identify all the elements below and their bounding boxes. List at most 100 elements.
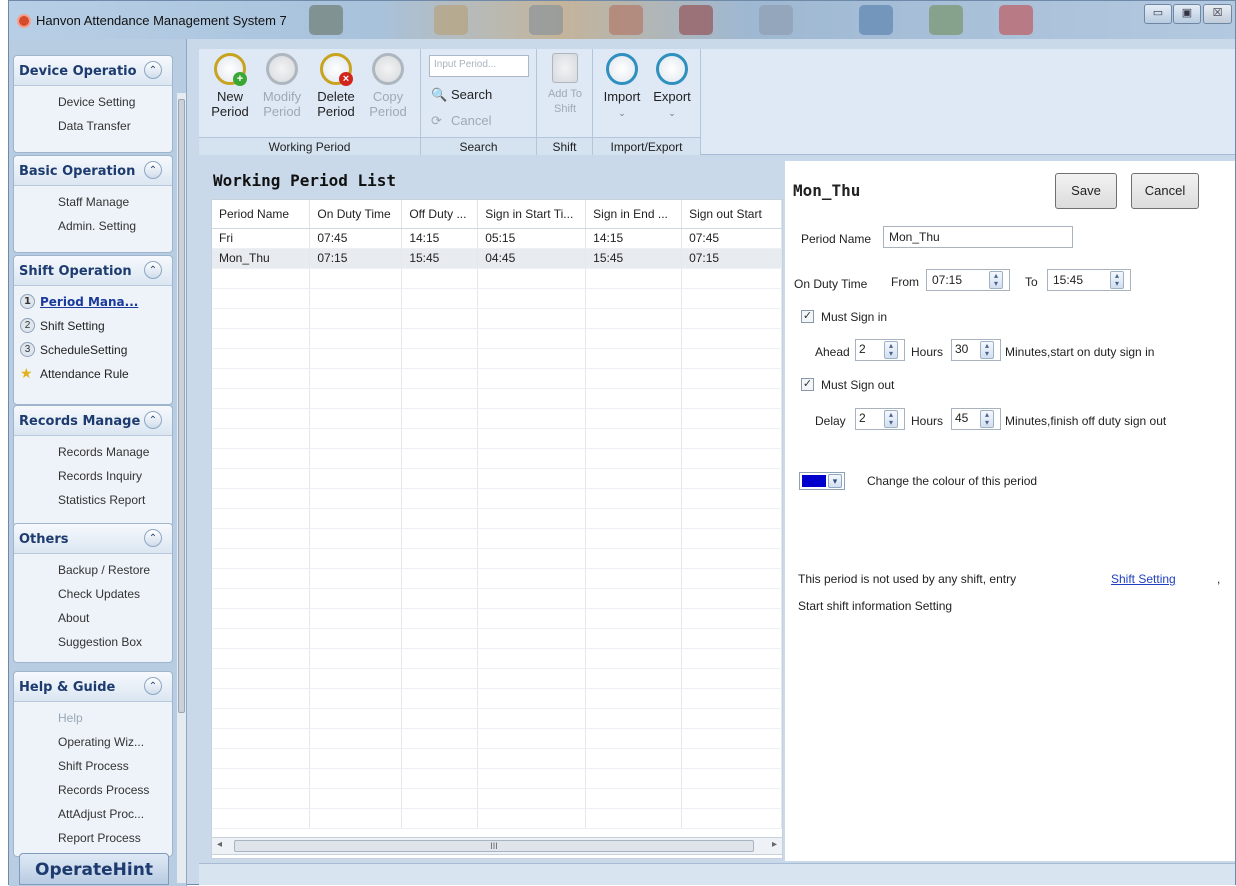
sidebar-item-suggestion-box[interactable]: Suggestion Box	[14, 630, 172, 654]
scroll-left-arrow-icon[interactable]: ◂	[217, 839, 222, 850]
sidebar-item-staff-manage[interactable]: Staff Manage	[14, 190, 172, 214]
sidebar-item-attendance-rule[interactable]: ★ Attendance Rule	[14, 362, 172, 386]
table-cell	[309, 308, 403, 329]
table-cell	[309, 628, 403, 649]
group-header[interactable]: Records Manage ⌃	[14, 406, 172, 436]
sidebar-item-records-manage[interactable]: Records Manage	[14, 440, 172, 464]
new-period-button[interactable]: + New Period	[205, 53, 255, 119]
sidebar-item-schedule-setting[interactable]: 3 ScheduleSetting	[14, 338, 172, 362]
sidebar-item-records-inquiry[interactable]: Records Inquiry	[14, 464, 172, 488]
to-time-input[interactable]: 15:45 ▴ ▾	[1047, 269, 1131, 291]
sidebar-item-report-process[interactable]: Report Process	[14, 826, 172, 850]
column-header[interactable]: Off Duty ...	[401, 200, 479, 229]
table-cell	[477, 368, 587, 389]
cancel-search-button[interactable]: ⟳ Cancel	[429, 111, 491, 131]
sidebar-item-period-manage[interactable]: 1 Period Mana...	[14, 290, 172, 314]
save-button[interactable]: Save	[1055, 173, 1117, 209]
period-name-input[interactable]: Mon_Thu	[883, 226, 1073, 248]
empty-table-row	[212, 628, 782, 649]
column-header[interactable]: Period Name	[212, 200, 311, 229]
scrollbar-thumb[interactable]: III	[234, 840, 754, 852]
column-header[interactable]: Sign in Start Ti...	[477, 200, 587, 229]
table-horizontal-scrollbar[interactable]: ◂ III ▸	[211, 837, 783, 855]
delay-hours-input[interactable]: 2 ▴ ▾	[855, 408, 905, 430]
operate-hint-tab[interactable]: OperateHint	[19, 853, 169, 885]
empty-table-row	[212, 548, 782, 569]
collapse-chevron-icon[interactable]: ⌃	[144, 677, 162, 695]
sidebar-scrollbar[interactable]	[177, 93, 186, 883]
ahead-minutes-input[interactable]: 30 ▴ ▾	[951, 339, 1001, 361]
copy-period-button[interactable]: Copy Period	[363, 53, 413, 119]
sidebar-item-backup-restore[interactable]: Backup / Restore	[14, 558, 172, 582]
sidebar-item-check-updates[interactable]: Check Updates	[14, 582, 172, 606]
table-cell	[477, 428, 587, 449]
ahead-hours-input[interactable]: 2 ▴ ▾	[855, 339, 905, 361]
sidebar-item-about[interactable]: About	[14, 606, 172, 630]
column-header[interactable]: On Duty Time	[309, 200, 403, 229]
time-spin-icon[interactable]: ▴ ▾	[1110, 271, 1124, 289]
period-search-input[interactable]: Input Period...	[429, 55, 529, 77]
add-to-shift-button[interactable]: Add To Shift	[540, 53, 590, 117]
minimize-button[interactable]: ▭	[1144, 4, 1172, 24]
button-label: New	[216, 89, 243, 104]
group-device-operation: Device Operatio ⌃ Device Setting Data Tr…	[13, 55, 173, 153]
number-spin-icon[interactable]: ▴ ▾	[980, 341, 994, 359]
modify-period-button[interactable]: Modify Period	[257, 53, 307, 119]
sidebar-item-device-setting[interactable]: Device Setting	[14, 90, 172, 114]
table-cell	[477, 528, 587, 549]
time-spin-icon[interactable]: ▴ ▾	[989, 271, 1003, 289]
sidebar-item-attadjust-process[interactable]: AttAdjust Proc...	[14, 802, 172, 826]
maximize-button[interactable]: ▣	[1173, 4, 1201, 24]
cancel-button[interactable]: Cancel	[1131, 173, 1199, 209]
delay-hours-value: 2	[859, 411, 866, 425]
column-header[interactable]: Sign in End ...	[585, 200, 683, 229]
close-button[interactable]: ☒	[1203, 4, 1232, 24]
delete-period-button[interactable]: × Delete Period	[311, 53, 361, 119]
colour-label: Change the colour of this period	[867, 474, 1038, 488]
empty-table-row	[212, 708, 782, 729]
sidebar-item-statistics-report[interactable]: Statistics Report	[14, 488, 172, 512]
sidebar-item-help[interactable]: Help	[14, 706, 172, 730]
from-time-input[interactable]: 07:15 ▴ ▾	[926, 269, 1010, 291]
title-decor	[309, 5, 343, 35]
table-cell	[681, 408, 782, 429]
group-header[interactable]: Device Operatio ⌃	[14, 56, 172, 86]
scrollbar-thumb[interactable]	[178, 99, 185, 713]
must-sign-in-checkbox[interactable]: ✓	[801, 310, 814, 323]
group-header[interactable]: Shift Operation ⌃	[14, 256, 172, 286]
sidebar-item-data-transfer[interactable]: Data Transfer	[14, 114, 172, 138]
table-row[interactable]: Mon_Thu 07:15 15:45 04:45 15:45 07:15	[212, 248, 782, 269]
collapse-chevron-icon[interactable]: ⌃	[144, 261, 162, 279]
collapse-chevron-icon[interactable]: ⌃	[144, 61, 162, 79]
collapse-chevron-icon[interactable]: ⌃	[144, 161, 162, 179]
app-window: Hanvon Attendance Management System 7 ▭ …	[8, 0, 1236, 886]
search-button[interactable]: 🔍 Search	[429, 85, 492, 105]
group-header[interactable]: Basic Operation ⌃	[14, 156, 172, 186]
collapse-chevron-icon[interactable]: ⌃	[144, 529, 162, 547]
sidebar-item-operating-wizard[interactable]: Operating Wiz...	[14, 730, 172, 754]
table-row[interactable]: Fri 07:45 14:15 05:15 14:15 07:45	[212, 228, 782, 249]
group-header[interactable]: Help & Guide ⌃	[14, 672, 172, 702]
table-cell	[212, 508, 311, 529]
sidebar-item-admin-setting[interactable]: Admin. Setting	[14, 214, 172, 238]
sidebar-item-shift-setting[interactable]: 2 Shift Setting	[14, 314, 172, 338]
dropdown-arrow-icon[interactable]: ▾	[828, 474, 842, 488]
number-spin-icon[interactable]: ▴ ▾	[980, 410, 994, 428]
number-spin-icon[interactable]: ▴ ▾	[884, 341, 898, 359]
must-sign-out-checkbox[interactable]: ✓	[801, 378, 814, 391]
import-button[interactable]: Import ⌄	[597, 53, 647, 121]
table-cell	[212, 408, 311, 429]
empty-table-row	[212, 748, 782, 769]
sidebar-item-records-process[interactable]: Records Process	[14, 778, 172, 802]
shift-setting-link[interactable]: Shift Setting	[1111, 572, 1176, 586]
sidebar-item-shift-process[interactable]: Shift Process	[14, 754, 172, 778]
scroll-right-arrow-icon[interactable]: ▸	[772, 839, 777, 850]
collapse-chevron-icon[interactable]: ⌃	[144, 411, 162, 429]
search-icon: 🔍	[431, 87, 448, 102]
column-header[interactable]: Sign out Start	[681, 200, 782, 229]
group-header[interactable]: Others ⌃	[14, 524, 172, 554]
delay-minutes-input[interactable]: 45 ▴ ▾	[951, 408, 1001, 430]
colour-picker[interactable]: ▾	[799, 472, 845, 490]
export-button[interactable]: Export ⌄	[647, 53, 697, 121]
number-spin-icon[interactable]: ▴ ▾	[884, 410, 898, 428]
